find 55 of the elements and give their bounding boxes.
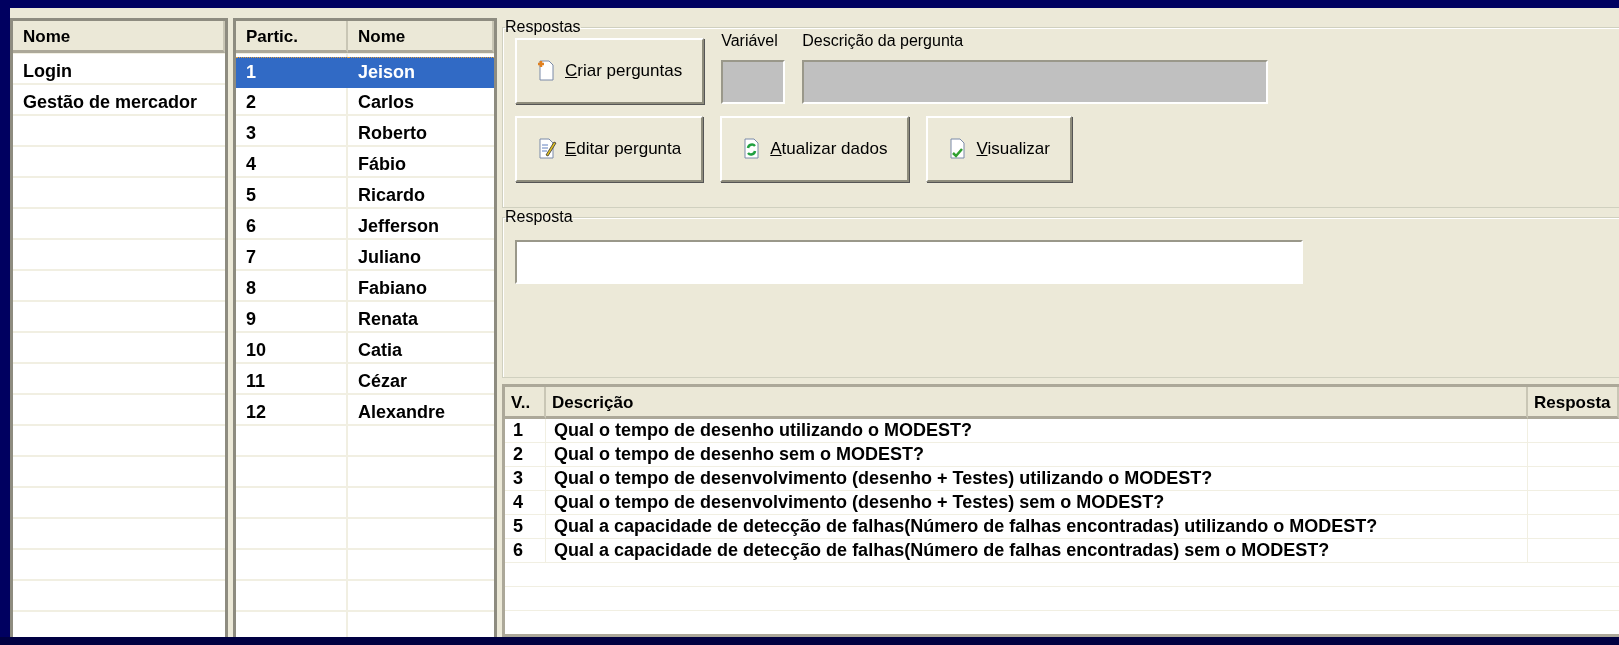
table-cell[interactable]: Fábio: [348, 150, 494, 181]
table-cell[interactable]: Cézar: [348, 367, 494, 398]
table-cell: Qual a capacidade de detecção de falhas(Número de falhas encontradas) sem o MODEST?: [546, 539, 1528, 563]
table-cell[interactable]: Jefferson: [348, 212, 494, 243]
table-cell[interactable]: 3: [236, 119, 348, 150]
table-cell[interactable]: Roberto: [348, 119, 494, 150]
list-item[interactable]: Login: [13, 57, 225, 88]
toolbar-button[interactable]: Editar pergunta: [515, 116, 704, 182]
table-cell[interactable]: 2: [236, 88, 348, 119]
table-cell: Qual o tempo de desenvolvimento (desenho + Testes) utilizando o MODEST?: [546, 467, 1528, 491]
table-cell: 6: [505, 539, 546, 563]
column-header[interactable]: V..: [505, 387, 546, 419]
table-cell[interactable]: Jeison: [348, 57, 494, 88]
edit-document-icon: [537, 137, 557, 161]
column-header[interactable]: Nome: [348, 21, 494, 53]
toolbar-button[interactable]: Atualizar dados: [720, 116, 910, 182]
column-header[interactable]: Partic.: [236, 21, 348, 53]
toolbar-button[interactable]: Visualizar: [926, 116, 1072, 182]
table-cell[interactable]: Ricardo: [348, 181, 494, 212]
toolbar-button[interactable]: Criar perguntas: [515, 38, 705, 104]
table-cell[interactable]: 5: [236, 181, 348, 212]
table-cell: 2: [505, 443, 546, 467]
table-cell[interactable]: Alexandre: [348, 398, 494, 429]
table-cell: 4: [505, 491, 546, 515]
new-document-icon: [537, 59, 557, 83]
table-cell[interactable]: 7: [236, 243, 348, 274]
table-cell: Qual o tempo de desenho sem o MODEST?: [546, 443, 1528, 467]
column-header[interactable]: Descrição: [546, 387, 1528, 419]
group-title: Respostas: [505, 18, 581, 36]
table-cell[interactable]: 9: [236, 305, 348, 336]
field-label: Descrição da pergunta: [802, 32, 965, 50]
table-cell[interactable]: 11: [236, 367, 348, 398]
table-cell[interactable]: 10: [236, 336, 348, 367]
answer-field[interactable]: [515, 240, 1303, 284]
table-cell[interactable]: Renata: [348, 305, 494, 336]
table-cell: 3: [505, 467, 546, 491]
group-title: Resposta: [505, 208, 573, 226]
table-cell: 1: [505, 419, 546, 443]
table-cell: 5: [505, 515, 546, 539]
table-cell[interactable]: Carlos: [348, 88, 494, 119]
table-cell[interactable]: 6: [236, 212, 348, 243]
table-cell[interactable]: 4: [236, 150, 348, 181]
table-cell: Qual o tempo de desenho utilizando o MODEST?: [546, 419, 1528, 443]
table-cell: Qual a capacidade de detecção de falhas(Número de falhas encontradas) utilizando o MODEST?: [546, 515, 1528, 539]
field-label: Variável: [721, 32, 779, 50]
table-cell[interactable]: Catia: [348, 336, 494, 367]
table-cell[interactable]: 1: [236, 57, 348, 88]
table-cell[interactable]: Juliano: [348, 243, 494, 274]
list-item[interactable]: Gestão de mercador: [13, 88, 225, 119]
table-cell[interactable]: 8: [236, 274, 348, 305]
table-cell: Qual o tempo de desenvolvimento (desenho + Testes) sem o MODEST?: [546, 491, 1528, 515]
column-header[interactable]: Resposta: [1528, 387, 1619, 419]
table-cell[interactable]: 12: [236, 398, 348, 429]
table-cell[interactable]: Fabiano: [348, 274, 494, 305]
column-header[interactable]: Nome: [13, 21, 225, 53]
